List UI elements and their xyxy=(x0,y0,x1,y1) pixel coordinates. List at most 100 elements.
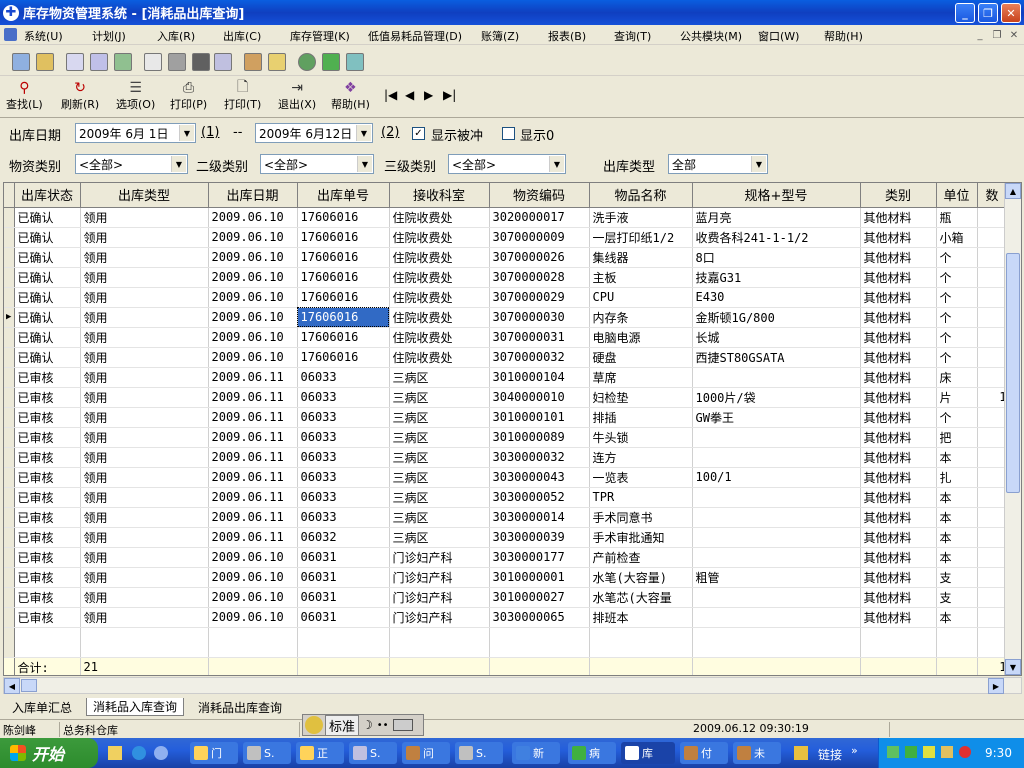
column-header[interactable]: 出库类型 xyxy=(80,183,209,208)
table-row[interactable]: 已审核 领用 2009.06.10 06031 门诊妇产科 3010000001 水笔(大容… xyxy=(4,567,1008,588)
table-cell[interactable]: 领用 xyxy=(80,207,209,228)
table-icon[interactable] xyxy=(346,53,364,71)
table-cell[interactable]: 3070000028 xyxy=(489,267,590,288)
table-cell[interactable]: 瓶 xyxy=(936,207,978,228)
ime-mode-label[interactable]: 标准 xyxy=(325,714,360,736)
table-cell[interactable]: 三病区 xyxy=(389,367,490,388)
menu-low-value[interactable]: 低值易耗品管理(D) xyxy=(368,28,462,44)
row-indicator[interactable] xyxy=(4,247,15,268)
table-row[interactable]: 已审核 领用 2009.06.11 06033 三病区 3030000032 连方 其他材料本 xyxy=(4,447,1008,468)
table-cell[interactable]: 三病区 xyxy=(389,427,490,448)
table-cell[interactable]: TPR xyxy=(589,487,693,508)
table-cell[interactable]: 本 xyxy=(936,487,978,508)
network-icon[interactable] xyxy=(887,746,899,758)
table-cell[interactable] xyxy=(977,527,1008,548)
date-to-picker[interactable]: 2009年 6月12日 ▼ xyxy=(255,123,373,143)
menu-help[interactable]: 帮助(H) xyxy=(824,28,863,44)
scroll-left-icon[interactable]: ◀ xyxy=(4,678,20,694)
table-cell[interactable]: 个 xyxy=(936,247,978,268)
menu-window[interactable]: 窗口(W) xyxy=(758,28,799,44)
table-cell[interactable]: 已审核 xyxy=(14,547,81,568)
table-cell[interactable]: 技嘉G31 xyxy=(692,267,861,288)
table-cell[interactable]: E430 xyxy=(692,287,861,308)
table-cell[interactable]: 17606016 xyxy=(297,207,390,228)
table-cell[interactable]: 住院收费处 xyxy=(389,287,490,308)
table-cell[interactable]: 领用 xyxy=(80,547,209,568)
table-cell[interactable]: 2009.06.10 xyxy=(208,207,298,228)
table-cell[interactable]: 已确认 xyxy=(14,307,81,328)
row-indicator[interactable] xyxy=(4,407,15,428)
table-cell[interactable]: 其他材料 xyxy=(860,427,937,448)
table-cell[interactable]: 已审核 xyxy=(14,447,81,468)
table-cell[interactable]: 已审核 xyxy=(14,467,81,488)
close-button[interactable]: ✕ xyxy=(1001,3,1021,23)
table-cell[interactable]: 一览表 xyxy=(589,467,693,488)
table-cell[interactable]: 3020000017 xyxy=(489,207,590,228)
table-cell[interactable]: 门诊妇产科 xyxy=(389,547,490,568)
table-cell[interactable]: 硬盘 xyxy=(589,347,693,368)
table-cell[interactable]: 3070000009 xyxy=(489,227,590,248)
table-cell[interactable]: 领用 xyxy=(80,447,209,468)
table-cell[interactable] xyxy=(977,287,1008,308)
table-cell[interactable]: 三病区 xyxy=(389,507,490,528)
table-cell[interactable]: 3030000065 xyxy=(489,607,590,628)
table-cell[interactable]: 长城 xyxy=(692,327,861,348)
row-indicator[interactable] xyxy=(4,327,15,348)
table-cell[interactable] xyxy=(977,467,1008,488)
mdi-close-button[interactable]: ✕ xyxy=(1006,28,1022,42)
table-cell[interactable]: 已审核 xyxy=(14,487,81,508)
table-cell[interactable]: 2009.06.10 xyxy=(208,587,298,608)
table-cell[interactable]: 收费各科241-1-1/2 xyxy=(692,227,861,248)
punctuation-icon[interactable]: •• xyxy=(377,720,389,731)
table-cell[interactable]: 3070000026 xyxy=(489,247,590,268)
table-row[interactable]: 已确认 领用 2009.06.10 17606016 住院收费处 3070000028 主板… xyxy=(4,267,1008,288)
table-row[interactable]: 已审核 领用 2009.06.11 06033 三病区 3030000043 一览表 100/… xyxy=(4,467,1008,488)
table-cell[interactable]: 支 xyxy=(936,567,978,588)
table-cell[interactable]: 3010000101 xyxy=(489,407,590,428)
table-cell[interactable]: 06031 xyxy=(297,607,390,628)
column-header[interactable]: 数 xyxy=(977,183,1008,208)
table-cell[interactable]: 领用 xyxy=(80,427,209,448)
table-cell[interactable]: 3010000001 xyxy=(489,567,590,588)
table-cell[interactable]: 个 xyxy=(936,327,978,348)
table-row[interactable]: 已审核 领用 2009.06.10 06031 门诊妇产科 3030000065 排班本 其他… xyxy=(4,607,1008,628)
table-cell[interactable]: 3070000030 xyxy=(489,307,590,328)
table-cell[interactable]: 门诊妇产科 xyxy=(389,607,490,628)
menu-inventory[interactable]: 库存管理(K) xyxy=(290,28,350,44)
table-cell[interactable]: 2009.06.10 xyxy=(208,307,298,328)
scroll-thumb[interactable] xyxy=(1006,253,1020,493)
table-cell[interactable] xyxy=(977,447,1008,468)
row-indicator[interactable] xyxy=(4,507,15,528)
start-button[interactable]: 开始 xyxy=(0,738,98,768)
pen-icon[interactable] xyxy=(941,746,953,758)
table-cell[interactable]: 已确认 xyxy=(14,287,81,308)
table-cell[interactable]: 其他材料 xyxy=(860,567,937,588)
table-cell[interactable] xyxy=(692,447,861,468)
table-cell[interactable]: 06032 xyxy=(297,527,390,548)
find-button[interactable]: ⚲ 查找(L) xyxy=(6,80,43,112)
table-cell[interactable]: 西捷ST80GSATA xyxy=(692,347,861,368)
table-row[interactable]: 已审核 领用 2009.06.11 06033 三病区 3010000089 牛头锁 其他材料… xyxy=(4,427,1008,448)
table-cell[interactable]: 3010000089 xyxy=(489,427,590,448)
table-cell[interactable]: 其他材料 xyxy=(860,247,937,268)
menu-query[interactable]: 查询(T) xyxy=(614,28,651,44)
table-cell[interactable]: 领用 xyxy=(80,227,209,248)
table-cell[interactable]: 本 xyxy=(936,507,978,528)
table-cell[interactable]: 草席 xyxy=(589,367,693,388)
table-cell[interactable]: 领用 xyxy=(80,307,209,328)
table-cell[interactable]: 其他材料 xyxy=(860,327,937,348)
table-cell[interactable]: 17606016 xyxy=(297,247,390,268)
table-cell[interactable]: 06031 xyxy=(297,547,390,568)
table-row[interactable]: 已确认 领用 2009.06.10 17606016 住院收费处 3070000031 电脑… xyxy=(4,327,1008,348)
keyboard-icon[interactable] xyxy=(392,719,413,731)
table-cell[interactable]: 领用 xyxy=(80,367,209,388)
table-cell[interactable]: 扎 xyxy=(936,467,978,488)
row-indicator[interactable] xyxy=(4,547,15,568)
table-cell[interactable]: 已审核 xyxy=(14,427,81,448)
table-cell[interactable]: 其他材料 xyxy=(860,207,937,228)
table-cell[interactable]: 2009.06.10 xyxy=(208,567,298,588)
table-cell[interactable]: 电脑电源 xyxy=(589,327,693,348)
table-cell[interactable]: 2009.06.11 xyxy=(208,527,298,548)
table-cell[interactable]: 领用 xyxy=(80,287,209,308)
folder-icon[interactable] xyxy=(244,53,262,71)
